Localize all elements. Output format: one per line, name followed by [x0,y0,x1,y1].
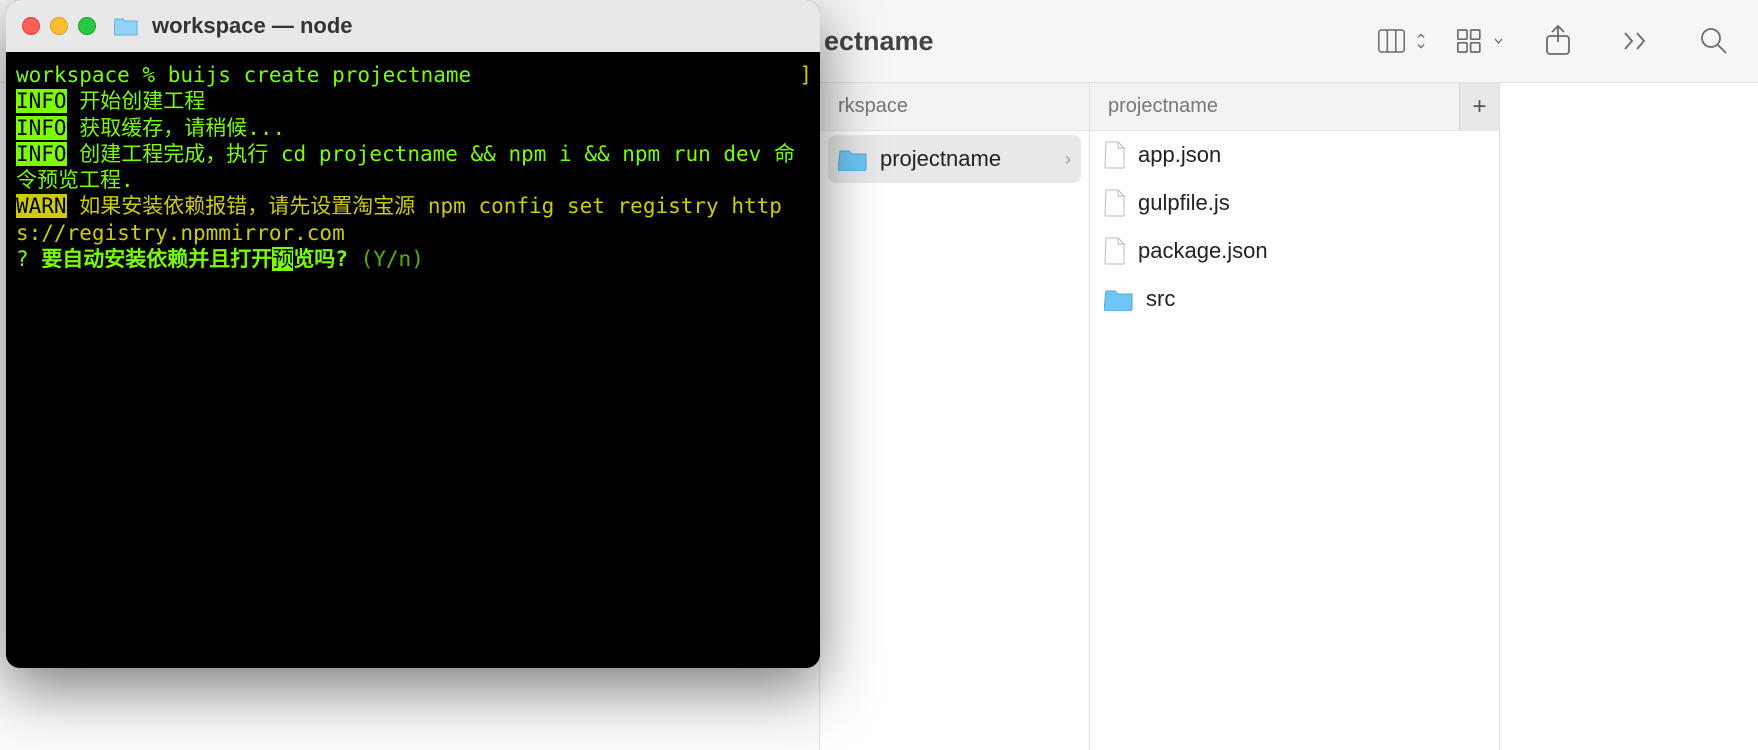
minimize-icon[interactable] [50,17,68,35]
file-item-appjson[interactable]: app.json [1090,131,1499,179]
finder-column-3[interactable] [1500,83,1758,750]
prompt-question-tail: 览吗? [293,247,348,271]
finder-column-2[interactable]: projectname + app.json gulpfile.js packa… [1090,83,1500,750]
warn-line: 如果安装依赖报错，请先设置淘宝源 [79,194,428,218]
terminal-body[interactable]: ] workspace % buijs create projectname IN… [6,52,820,668]
chevron-right-icon: › [1065,149,1071,170]
info-badge: INFO [16,142,67,166]
folder-item-projectname[interactable]: projectname › [828,135,1081,183]
terminal-titlebar[interactable]: workspace — node [6,0,820,52]
terminal-window[interactable]: workspace — node ] workspace % buijs crea… [6,0,820,668]
add-button[interactable]: + [1459,83,1499,131]
file-label: app.json [1138,142,1221,168]
info-badge: INFO [16,116,67,140]
view-columns-icon[interactable] [1378,21,1426,61]
info-badge: INFO [16,89,67,113]
prompt-text: workspace % [16,63,168,87]
prompt-qmark: ? [16,247,29,271]
folder-icon [114,16,138,36]
prompt-question: 要自动安装依赖并且打开 [41,247,272,271]
close-icon[interactable] [22,17,40,35]
more-icon[interactable] [1612,21,1660,61]
folder-item-src[interactable]: src [1090,275,1499,323]
file-item-packagejson[interactable]: package.json [1090,227,1499,275]
share-icon[interactable] [1534,21,1582,61]
file-icon [1104,189,1126,217]
column-2-title: projectname [1108,95,1218,118]
log-cmd: cd projectname && npm i && npm run dev [281,142,761,166]
column-1-header: rkspace [820,83,1089,131]
finder-title: ectname [824,26,934,57]
search-icon[interactable] [1690,21,1738,61]
column-2-header: projectname + [1090,83,1499,131]
warn-badge: WARN [16,194,67,218]
scroll-bracket: ] [799,62,812,88]
log-line: 获取缓存，请稍候... [79,116,285,140]
terminal-title: workspace — node [152,13,353,39]
group-icon[interactable] [1456,21,1504,61]
prompt-hint: (Y/n) [361,247,424,271]
zoom-icon[interactable] [78,17,96,35]
file-icon [1104,237,1126,265]
folder-label: projectname [880,146,1001,172]
folder-icon [838,147,868,171]
finder-column-1[interactable]: rkspace projectname › [820,83,1090,750]
folder-icon [1104,287,1134,311]
file-label: gulpfile.js [1138,190,1230,216]
folder-label: src [1146,286,1175,312]
file-label: package.json [1138,238,1268,264]
file-icon [1104,141,1126,169]
log-line: 创建工程完成，执行 [79,142,281,166]
cursor: 预 [272,247,293,271]
log-line: 开始创建工程 [79,89,205,113]
command-text: buijs create projectname [168,63,471,87]
file-item-gulpfile[interactable]: gulpfile.js [1090,179,1499,227]
